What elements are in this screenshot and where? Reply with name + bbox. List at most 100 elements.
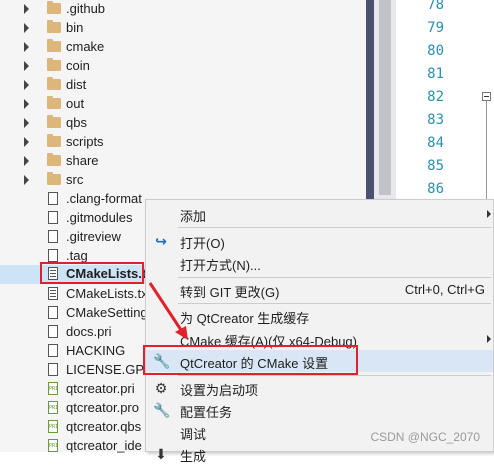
expand-arrow-icon[interactable] <box>24 80 29 90</box>
tree-item-folder[interactable]: out <box>0 95 366 114</box>
menu-item-label: 打开(O) <box>180 236 225 251</box>
menu-item-label: 设置为启动项 <box>180 383 259 398</box>
line-number: 86 <box>427 181 444 197</box>
menu-item-label: 为 QtCreator 生成缓存 <box>180 311 310 326</box>
submenu-arrow-icon <box>487 210 491 218</box>
line-number: 82 <box>427 89 444 105</box>
tree-item-folder[interactable]: dist <box>0 76 366 95</box>
file-icon <box>48 230 58 243</box>
expand-arrow-icon[interactable] <box>24 118 29 128</box>
cmake-file-icon <box>48 287 58 300</box>
menu-separator <box>178 277 491 278</box>
tree-item-label: qtcreator.pro <box>66 400 139 415</box>
folder-icon <box>47 77 61 90</box>
tree-item-label: .tag <box>66 248 88 263</box>
refresh-icon: ↪ <box>155 233 167 249</box>
menu-item-label: 调试 <box>180 427 207 442</box>
file-icon <box>48 211 58 224</box>
watermark: CSDN @NGC_2070 <box>370 430 480 444</box>
tree-item-folder[interactable]: share <box>0 152 366 171</box>
tree-item-label: out <box>66 96 85 111</box>
folder-icon <box>47 96 61 109</box>
expand-arrow-icon[interactable] <box>24 42 29 52</box>
folder-icon <box>47 153 61 166</box>
menu-item-configure-tasks[interactable]: 🔧 配置任务 <box>146 399 493 421</box>
line-number: 85 <box>427 158 444 174</box>
pri-file-icon <box>48 439 58 452</box>
tree-item-label: scripts <box>66 134 104 149</box>
tree-item-folder[interactable]: cmake <box>0 38 366 57</box>
tree-item-folder[interactable]: src <box>0 171 366 190</box>
menu-item-goto-git-changes[interactable]: 转到 GIT 更改(G) Ctrl+0, Ctrl+G <box>146 279 493 301</box>
file-icon <box>48 306 58 319</box>
menu-item-add[interactable]: 添加 <box>146 203 493 225</box>
file-icon <box>48 325 58 338</box>
tree-item-folder[interactable]: coin <box>0 57 366 76</box>
tree-item-folder[interactable]: .github <box>0 0 366 19</box>
expand-arrow-icon[interactable] <box>24 175 29 185</box>
gear-icon: ⚙ <box>154 380 168 396</box>
menu-separator <box>178 227 491 228</box>
wrench-icon: 🔧 <box>153 402 171 418</box>
tree-item-label: .gitmodules <box>66 210 133 225</box>
tree-item-label: .gitreview <box>66 229 121 244</box>
folder-icon <box>47 39 61 52</box>
folder-icon <box>47 134 61 147</box>
menu-item-label: 添加 <box>180 209 207 224</box>
highlighted-item-annotation-box <box>143 345 358 375</box>
tree-item-folder[interactable]: scripts <box>0 133 366 152</box>
menu-item-open-with[interactable]: 打开方式(N)... <box>146 252 493 274</box>
tree-item-label: qtcreator.pri <box>66 381 135 396</box>
expand-arrow-icon[interactable] <box>24 156 29 166</box>
menu-item-open[interactable]: ↪ 打开(O) <box>146 230 493 252</box>
line-number: 84 <box>427 135 444 151</box>
tree-item-folder[interactable]: qbs <box>0 114 366 133</box>
expand-arrow-icon[interactable] <box>24 23 29 33</box>
selected-item-annotation-box <box>40 262 144 284</box>
tree-item-label: .github <box>66 1 106 16</box>
menu-separator <box>178 303 491 304</box>
submenu-arrow-icon <box>487 335 491 343</box>
menu-item-label: 打开方式(N)... <box>180 258 261 273</box>
menu-item-label: 转到 GIT 更改(G) <box>180 285 280 300</box>
line-number: 80 <box>427 43 444 59</box>
menu-item-build[interactable]: ⬇ 生成 <box>146 443 493 465</box>
menu-separator <box>178 375 491 376</box>
tree-item-label: CMakeLists.tx <box>66 286 148 301</box>
menu-item-label: 配置任务 <box>180 405 233 420</box>
tree-item-label: coin <box>66 58 90 73</box>
file-icon <box>48 363 58 376</box>
tree-item-label: cmake <box>66 39 105 54</box>
file-icon <box>48 344 58 357</box>
scrollbar-thumb[interactable] <box>379 0 391 195</box>
tree-item-label: .clang-format <box>66 191 142 206</box>
pri-file-icon <box>48 382 58 395</box>
pri-file-icon <box>48 401 58 414</box>
expand-arrow-icon[interactable] <box>24 99 29 109</box>
file-icon <box>48 192 58 205</box>
tree-item-folder[interactable]: bin <box>0 19 366 38</box>
menu-shortcut: Ctrl+0, Ctrl+G <box>404 282 485 297</box>
tree-item-label: bin <box>66 20 84 35</box>
tree-item-label: CMakeSetting <box>66 305 148 320</box>
line-number: 83 <box>427 112 444 128</box>
folder-icon <box>47 172 61 185</box>
line-number: 81 <box>427 66 444 82</box>
expand-arrow-icon[interactable] <box>24 61 29 71</box>
tree-item-label: HACKING <box>66 343 126 358</box>
file-icon <box>48 249 58 262</box>
menu-item-set-startup[interactable]: ⚙ 设置为启动项 <box>146 377 493 399</box>
menu-item-generate-cache[interactable]: 为 QtCreator 生成缓存 <box>146 305 493 327</box>
expand-arrow-icon[interactable] <box>24 4 29 14</box>
folder-icon <box>47 20 61 33</box>
pri-file-icon <box>48 420 58 433</box>
line-number: 78 <box>427 0 444 13</box>
tree-item-label: docs.pri <box>66 324 112 339</box>
context-menu: 添加 ↪ 打开(O) 打开方式(N)... 转到 GIT 更改(G) Ctrl+0,… <box>145 199 494 464</box>
folder-icon <box>47 1 61 14</box>
tree-item-label: qtcreator_ide <box>66 438 142 453</box>
collapse-toggle-icon[interactable] <box>482 92 491 101</box>
folder-icon <box>47 58 61 71</box>
menu-item-label: 生成 <box>180 449 207 464</box>
expand-arrow-icon[interactable] <box>24 137 29 147</box>
